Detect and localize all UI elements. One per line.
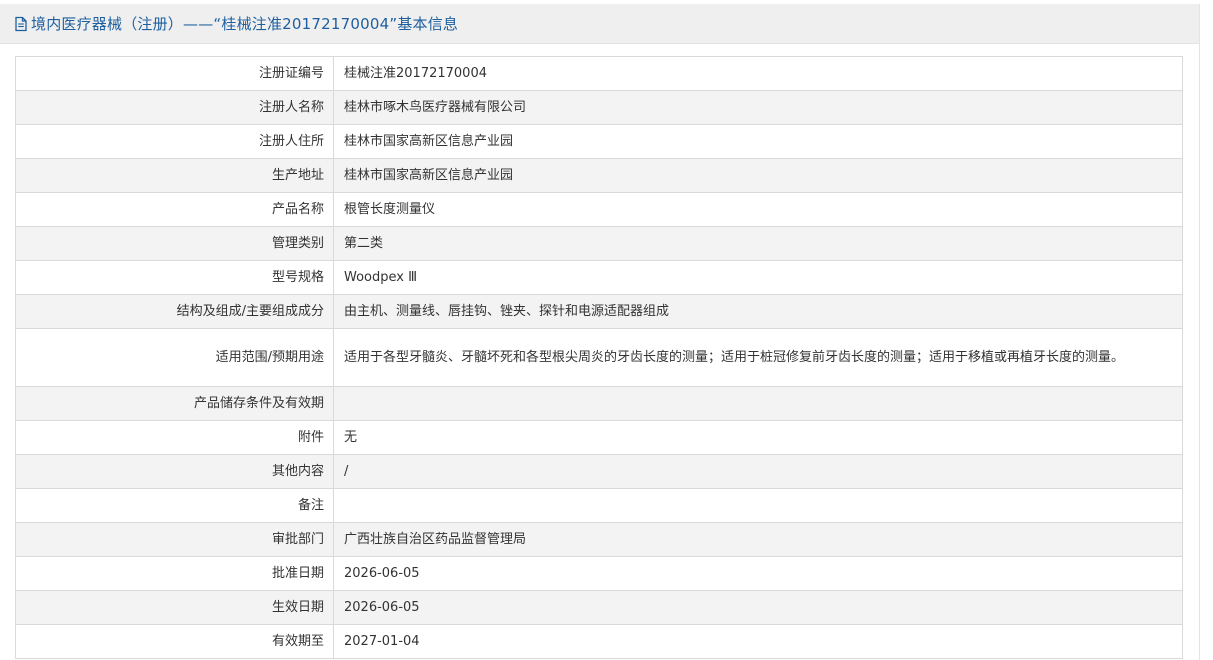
row-value: 桂林市国家高新区信息产业园 xyxy=(333,124,1183,159)
row-value: 2026-06-05 xyxy=(333,590,1183,625)
panel-header: 境内医疗器械（注册）——“桂械注准20172170004”基本信息 xyxy=(0,4,1199,44)
table-row: 附件 无 xyxy=(15,420,1183,455)
table-row: 产品储存条件及有效期 xyxy=(15,386,1183,421)
detail-table: 注册证编号 桂械注准20172170004 注册人名称 桂林市啄木鸟医疗器械有限… xyxy=(15,56,1183,659)
row-label: 有效期至 xyxy=(15,624,334,659)
page-title: 境内医疗器械（注册）——“桂械注准20172170004”基本信息 xyxy=(31,15,459,33)
table-row: 产品名称 根管长度测量仪 xyxy=(15,192,1183,227)
row-label: 批准日期 xyxy=(15,556,334,591)
row-label: 生产地址 xyxy=(15,158,334,193)
row-value: Woodpex Ⅲ xyxy=(333,260,1183,295)
table-row: 备注 xyxy=(15,488,1183,523)
row-label: 型号规格 xyxy=(15,260,334,295)
table-row: 批准日期 2026-06-05 xyxy=(15,556,1183,591)
row-label: 其他内容 xyxy=(15,454,334,489)
table-row: 注册人名称 桂林市啄木鸟医疗器械有限公司 xyxy=(15,90,1183,125)
table-row: 管理类别 第二类 xyxy=(15,226,1183,261)
table-row: 型号规格 Woodpex Ⅲ xyxy=(15,260,1183,295)
table-row: 生产地址 桂林市国家高新区信息产业园 xyxy=(15,158,1183,193)
row-value: 第二类 xyxy=(333,226,1183,261)
row-label: 审批部门 xyxy=(15,522,334,557)
row-value: 2026-06-05 xyxy=(333,556,1183,591)
row-value: 桂械注准20172170004 xyxy=(333,56,1183,91)
row-label: 注册证编号 xyxy=(15,56,334,91)
row-value: 广西壮族自治区药品监督管理局 xyxy=(333,522,1183,557)
table-row: 适用范围/预期用途 适用于各型牙髓炎、牙髓坏死和各型根尖周炎的牙齿长度的测量；适… xyxy=(15,328,1183,387)
table-row: 其他内容 / xyxy=(15,454,1183,489)
row-label: 注册人名称 xyxy=(15,90,334,125)
row-label: 管理类别 xyxy=(15,226,334,261)
row-value: 由主机、测量线、唇挂钩、锉夹、探针和电源适配器组成 xyxy=(333,294,1183,329)
row-value: 根管长度测量仪 xyxy=(333,192,1183,227)
row-value: 桂林市国家高新区信息产业园 xyxy=(333,158,1183,193)
row-value: 适用于各型牙髓炎、牙髓坏死和各型根尖周炎的牙齿长度的测量；适用于桩冠修复前牙齿长… xyxy=(333,328,1183,387)
table-row: 有效期至 2027-01-04 xyxy=(15,624,1183,659)
row-label: 适用范围/预期用途 xyxy=(15,328,334,387)
row-value xyxy=(333,386,1183,421)
table-row: 注册证编号 桂械注准20172170004 xyxy=(15,56,1183,91)
table-row: 生效日期 2026-06-05 xyxy=(15,590,1183,625)
row-value: / xyxy=(333,454,1183,489)
row-value: 2027-01-04 xyxy=(333,624,1183,659)
row-value xyxy=(333,488,1183,523)
row-value: 桂林市啄木鸟医疗器械有限公司 xyxy=(333,90,1183,125)
row-value: 无 xyxy=(333,420,1183,455)
row-label: 产品名称 xyxy=(15,192,334,227)
document-icon xyxy=(14,16,28,32)
row-label: 生效日期 xyxy=(15,590,334,625)
table-row: 结构及组成/主要组成成分 由主机、测量线、唇挂钩、锉夹、探针和电源适配器组成 xyxy=(15,294,1183,329)
row-label: 附件 xyxy=(15,420,334,455)
table-row: 注册人住所 桂林市国家高新区信息产业园 xyxy=(15,124,1183,159)
detail-panel: 境内医疗器械（注册）——“桂械注准20172170004”基本信息 注册证编号 … xyxy=(0,4,1200,660)
row-label: 备注 xyxy=(15,488,334,523)
row-label: 产品储存条件及有效期 xyxy=(15,386,334,421)
table-row: 审批部门 广西壮族自治区药品监督管理局 xyxy=(15,522,1183,557)
row-label: 注册人住所 xyxy=(15,124,334,159)
row-label: 结构及组成/主要组成成分 xyxy=(15,294,334,329)
